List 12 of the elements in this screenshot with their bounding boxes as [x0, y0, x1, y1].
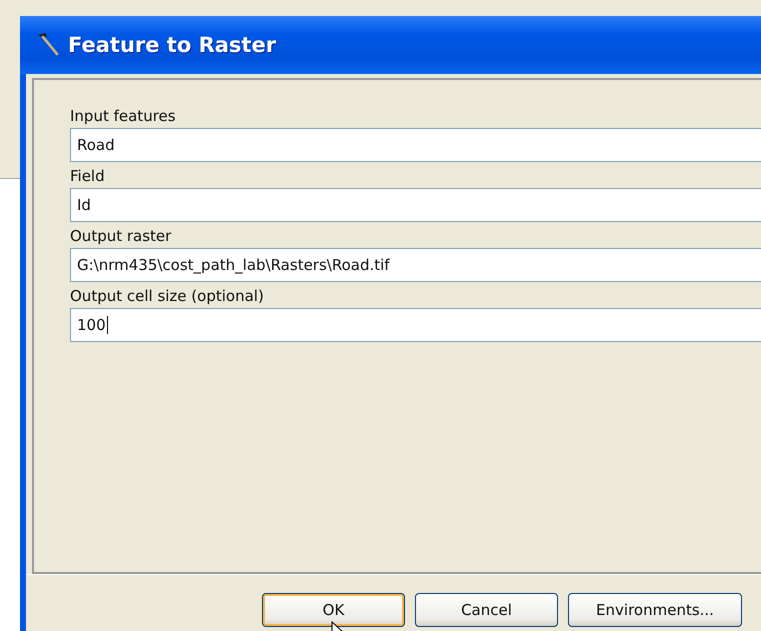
dialog-button[interactable]: OK: [262, 593, 405, 627]
field-label: Field: [70, 166, 106, 186]
field-label: Output raster: [70, 226, 172, 246]
input-field[interactable]: Road: [70, 128, 761, 162]
field-label: Output cell size (optional): [70, 286, 265, 306]
dialog-button[interactable]: Cancel: [415, 593, 558, 627]
field-label: Input features: [70, 106, 177, 126]
input-field[interactable]: 100: [70, 308, 761, 342]
window-title: Feature to Raster: [68, 33, 276, 57]
input-field[interactable]: G:\nrm435\cost_path_lab\Rasters\Road.tif: [70, 248, 761, 282]
input-field[interactable]: Id: [70, 188, 761, 222]
dialog-button[interactable]: Environments...: [568, 593, 742, 627]
